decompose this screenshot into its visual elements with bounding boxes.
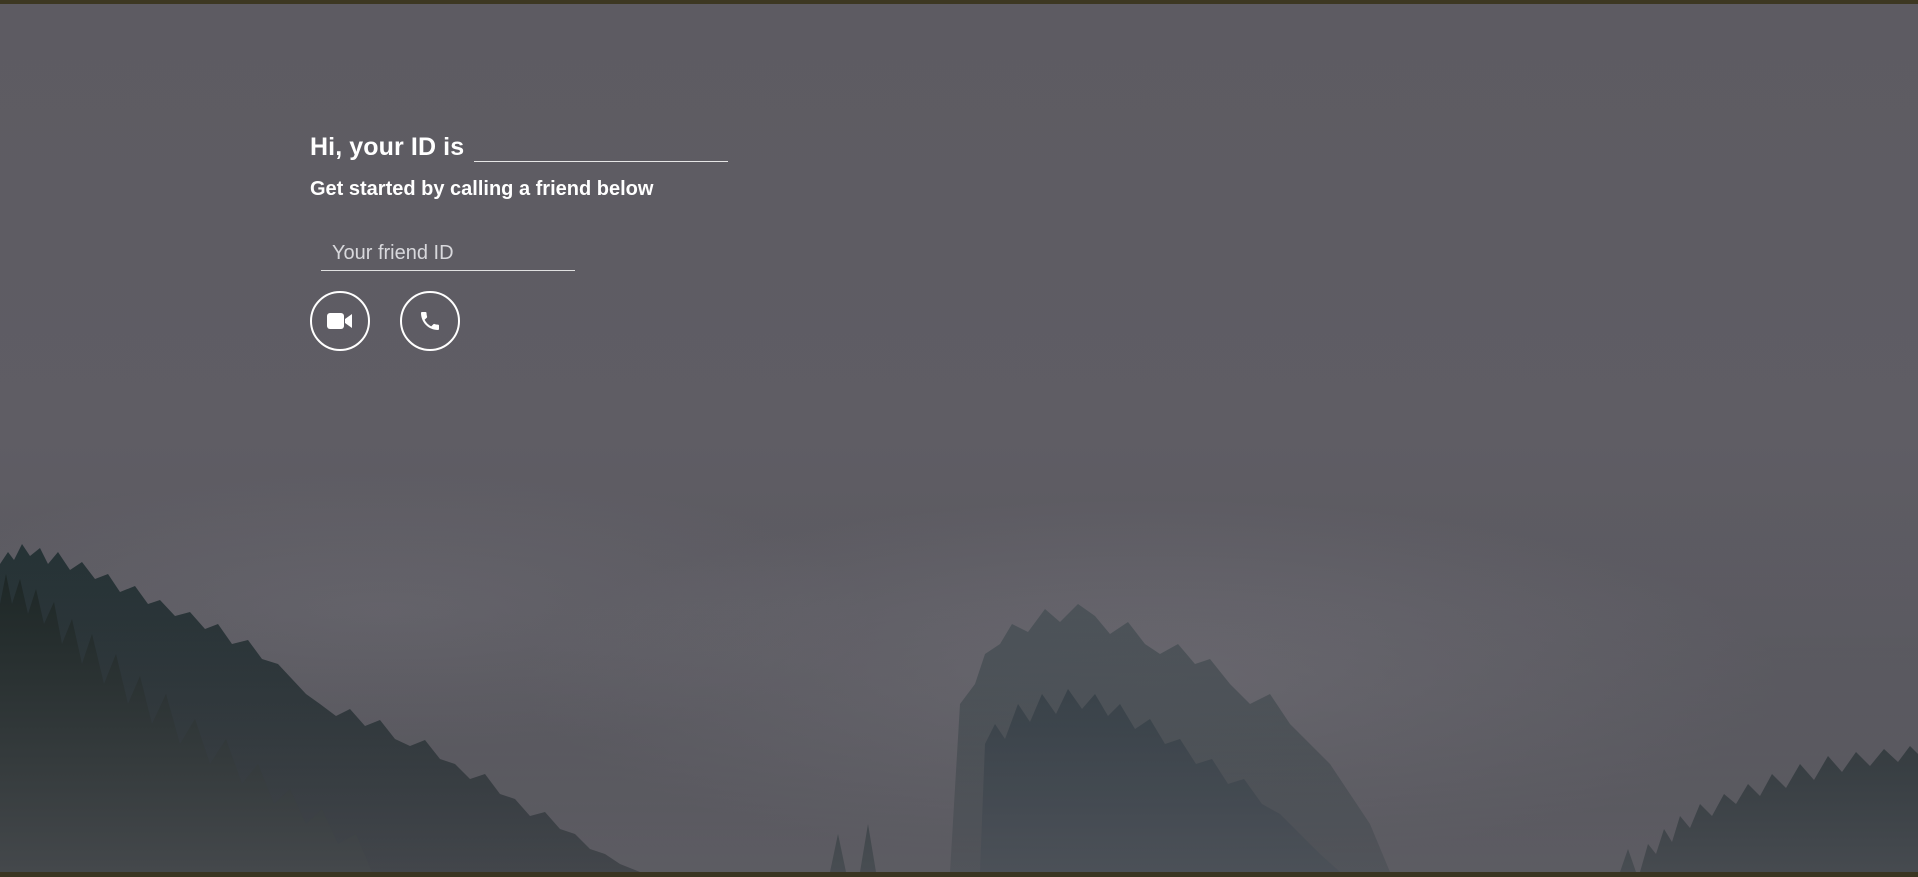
friend-id-input[interactable] [321,237,575,271]
forest-silhouette [0,504,1918,872]
greeting-text: Hi, your ID is [310,133,465,161]
phone-icon [421,312,439,330]
video-call-button[interactable] [310,291,370,351]
voice-call-button[interactable] [400,291,460,351]
background-scene [0,4,1918,872]
main-panel: Hi, your ID is Get started by calling a … [310,122,729,351]
subtitle: Get started by calling a friend below [310,178,654,200]
video-camera-icon [327,313,352,329]
bottom-border [0,872,1918,877]
my-id-field [474,131,729,162]
call-buttons [310,291,728,351]
greeting-row: Hi, your ID is [310,122,729,162]
